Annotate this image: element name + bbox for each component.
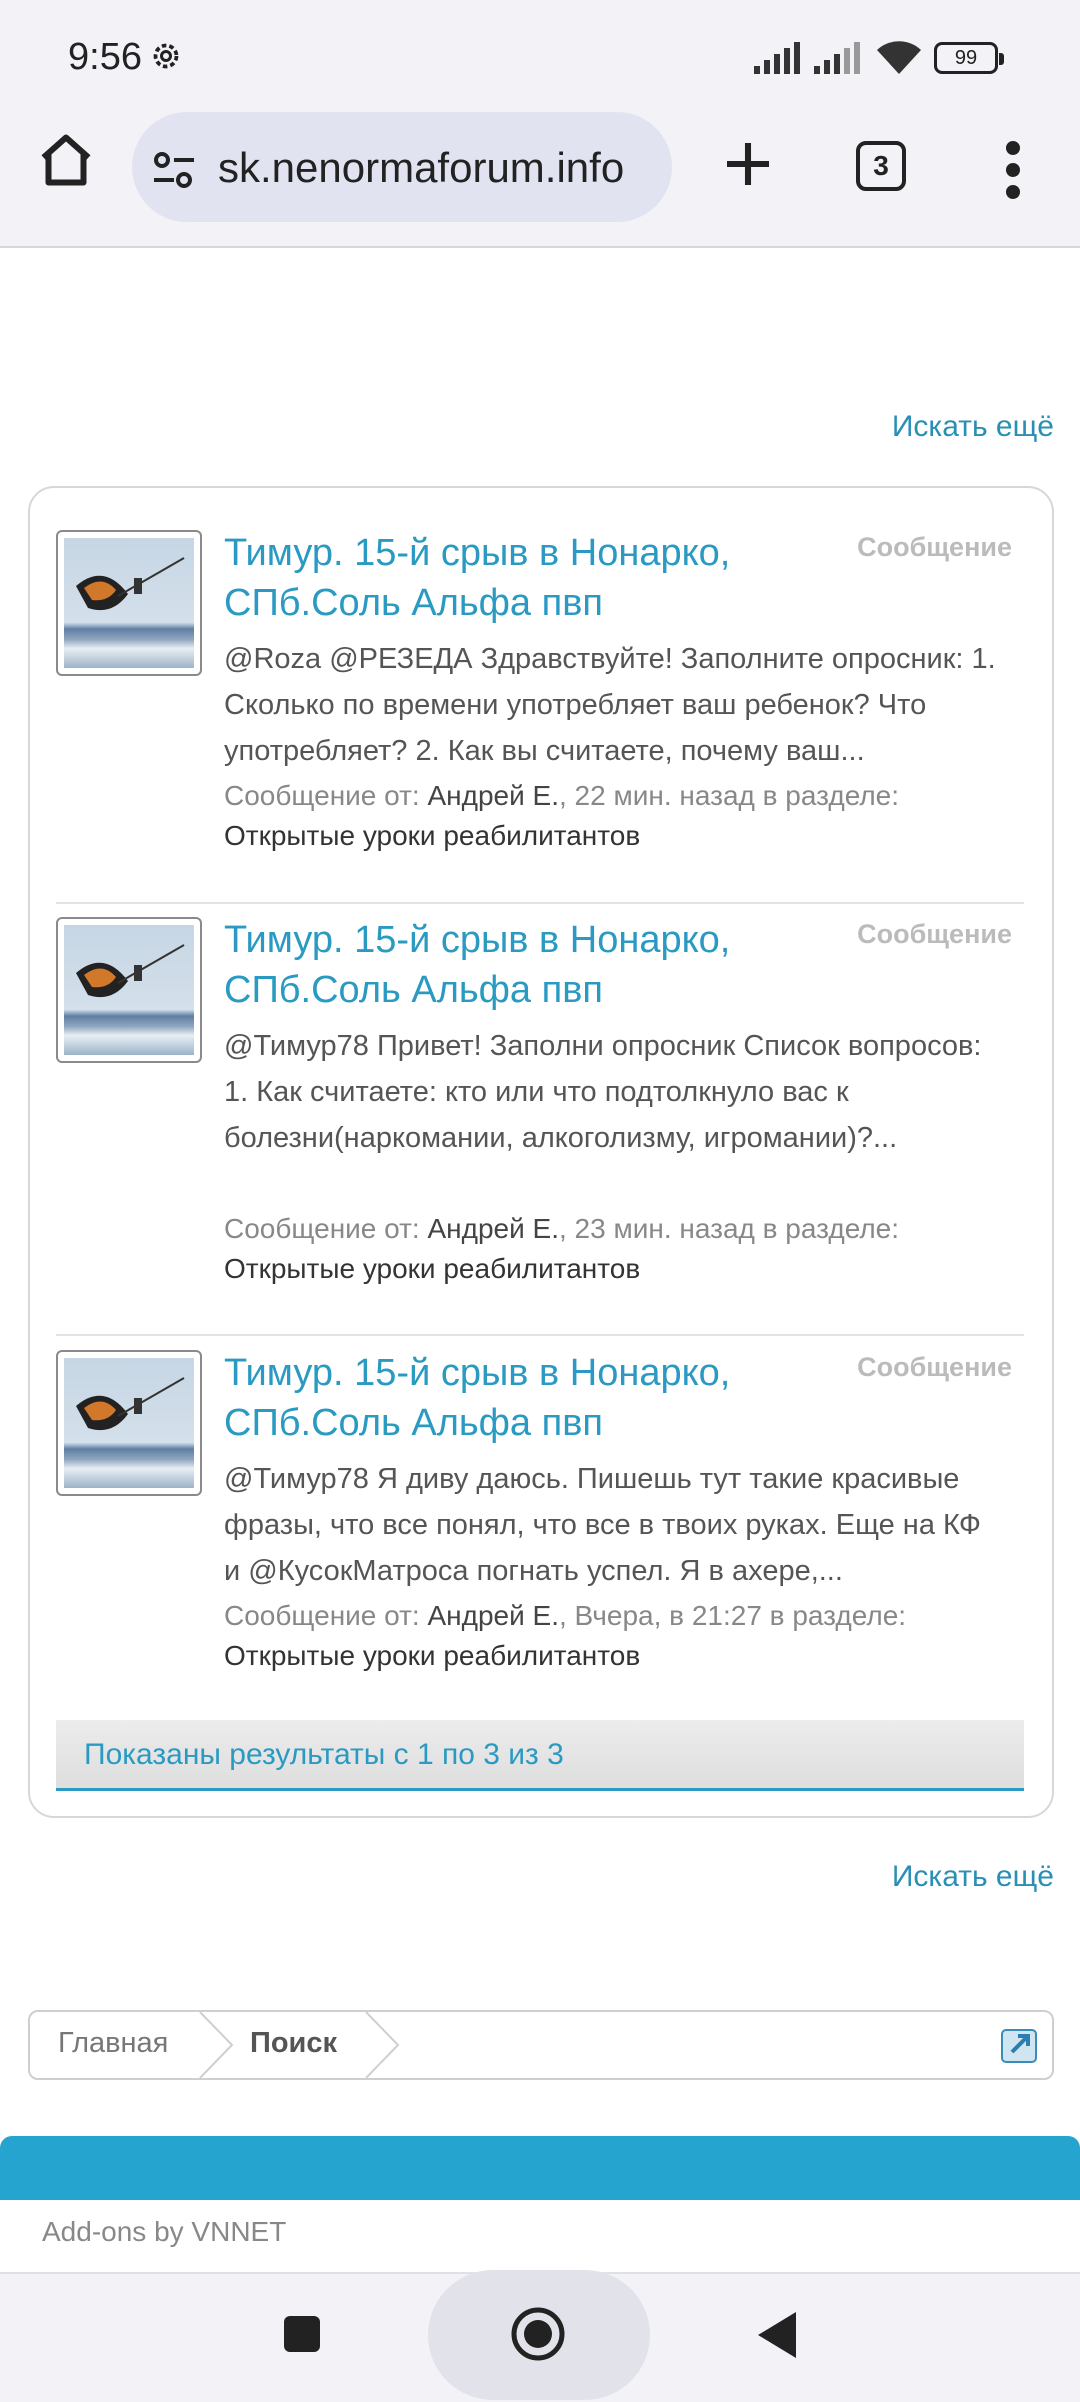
addons-credit[interactable]: Add-ons by VNNET [42, 2216, 286, 2248]
author-link[interactable]: Андрей Е. [428, 1600, 560, 1631]
meta-prefix: Сообщение от: [224, 780, 420, 811]
result-1-avatar[interactable] [56, 530, 202, 676]
meta-time: , 22 мин. назад в разделе: [559, 780, 900, 811]
url-text[interactable]: sk.nenormaforum.info [218, 144, 624, 192]
back-icon[interactable] [754, 2310, 798, 2360]
result-3-title[interactable]: Тимур. 15-й срыв в Нонарко, СПб.Соль Аль… [224, 1348, 784, 1448]
result-3-snippet: @Тимур78 Я диву даюсь. Пишешь тут такие … [224, 1463, 981, 1587]
home-icon[interactable] [36, 130, 96, 190]
home-nav-icon[interactable] [510, 2306, 566, 2362]
result-3-meta: Сообщение от: Андрей Е., Вчера, в 21:27 … [224, 1596, 1014, 1676]
section-link[interactable]: Открытые уроки реабилитантов [224, 1253, 640, 1284]
kitesurfer-image [76, 557, 185, 611]
result-1-snippet: @Roza @РЕЗЕДА Здравствуйте! Заполните оп… [224, 643, 996, 767]
meta-prefix: Сообщение от: [224, 1600, 420, 1631]
wifi-icon [877, 41, 921, 74]
meta-prefix: Сообщение от: [224, 1213, 420, 1244]
result-2-type: Сообщение [857, 919, 1012, 949]
result-2-snippet: @Тимур78 Привет! Заполни опросник Список… [224, 1030, 982, 1154]
result-1-type: Сообщение [857, 532, 1012, 562]
battery-indicator: 99 [934, 42, 1004, 74]
site-settings-icon[interactable] [152, 150, 196, 190]
breadcrumb-arrow-icon [199, 2012, 234, 2078]
result-separator [56, 902, 1024, 904]
search-more-link-bottom[interactable]: Искать ещё [892, 1860, 1054, 1894]
result-2-meta: Сообщение от: Андрей Е., 23 мин. назад в… [224, 1209, 1014, 1289]
result-1-title[interactable]: Тимур. 15-й срыв в Нонарко, СПб.Соль Аль… [224, 528, 784, 628]
meta-time: , 23 мин. назад в разделе: [559, 1213, 900, 1244]
author-link[interactable]: Андрей Е. [428, 780, 560, 811]
result-separator [56, 1334, 1024, 1336]
result-3-avatar[interactable] [56, 1350, 202, 1496]
author-link[interactable]: Андрей Е. [428, 1213, 560, 1244]
section-link[interactable]: Открытые уроки реабилитантов [224, 1640, 640, 1671]
kitesurfer-image [76, 1377, 185, 1431]
section-link[interactable]: Открытые уроки реабилитантов [224, 820, 640, 851]
signal-2-icon [814, 42, 860, 74]
meta-time: , Вчера, в 21:27 в разделе: [559, 1600, 907, 1631]
result-2-title[interactable]: Тимур. 15-й срыв в Нонарко, СПб.Соль Аль… [224, 915, 784, 1015]
status-time: 9:56 [68, 36, 142, 78]
results-count-text: Показаны результаты с 1 по 3 из 3 [84, 1738, 564, 1771]
breadcrumb-arrow-icon [365, 2012, 400, 2078]
new-tab-icon[interactable] [720, 136, 776, 192]
result-1-meta: Сообщение от: Андрей Е., 22 мин. назад в… [224, 776, 1014, 856]
result-2-avatar[interactable] [56, 917, 202, 1063]
more-menu-icon[interactable] [998, 140, 1028, 200]
signal-icon [754, 42, 800, 74]
breadcrumb-current[interactable]: Поиск [250, 2027, 337, 2060]
footer-band [0, 2136, 1080, 2200]
breadcrumb [28, 2010, 1054, 2080]
settings-gear-icon [153, 43, 179, 69]
search-more-link-top[interactable]: Искать ещё [892, 410, 1054, 444]
result-3-type: Сообщение [857, 1352, 1012, 1382]
tab-switcher-button[interactable]: 3 [856, 141, 906, 191]
recents-icon[interactable] [282, 2314, 322, 2354]
jump-to-top-icon[interactable] [1000, 2026, 1040, 2064]
kitesurfer-image [76, 944, 185, 998]
breadcrumb-home[interactable]: Главная [58, 2027, 168, 2060]
